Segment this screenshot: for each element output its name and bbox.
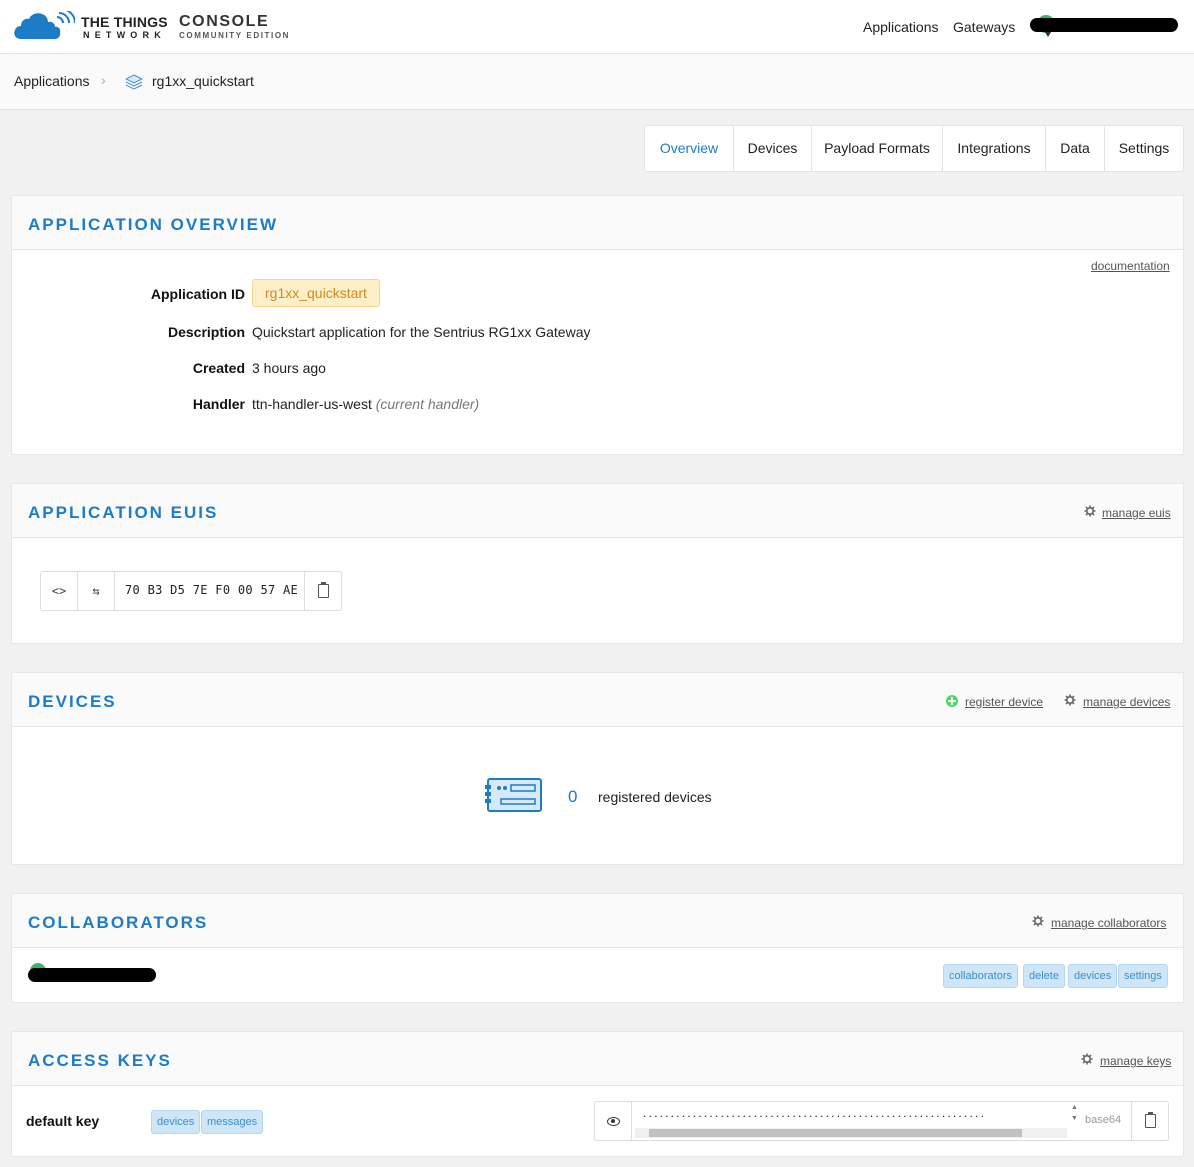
scrollbar-thumb[interactable] — [649, 1129, 1022, 1137]
tab-settings[interactable]: Settings — [1105, 126, 1183, 171]
card-header: COLLABORATORS manage collaborators — [12, 894, 1183, 948]
access-key-field: ........................................… — [594, 1101, 1169, 1141]
breadcrumb-applications[interactable]: Applications — [14, 73, 90, 89]
top-header: THE THINGS NETWORK CONSOLE COMMUNITY EDI… — [0, 0, 1194, 54]
key-name: default key — [26, 1113, 100, 1129]
breadcrumb-current-app[interactable]: rg1xx_quickstart — [152, 73, 254, 89]
nav-applications[interactable]: Applications — [863, 19, 939, 35]
description-value: Quickstart application for the Sentrius … — [252, 324, 591, 340]
collaborators-card: COLLABORATORS manage collaborators colla… — [11, 893, 1184, 1003]
brand-subname: NETWORK — [83, 30, 166, 40]
tab-devices[interactable]: Devices — [734, 126, 812, 171]
copy-eui-button[interactable] — [304, 572, 341, 610]
handler-note: (current handler) — [375, 396, 480, 412]
created-label: Created — [192, 360, 245, 376]
right-chip-delete: delete — [1023, 964, 1065, 988]
created-value: 3 hours ago — [252, 360, 326, 376]
card-header: ACCESS KEYS manage keys — [12, 1032, 1183, 1086]
gear-icon[interactable] — [1064, 694, 1076, 706]
device-count: 0 — [568, 787, 578, 806]
eye-icon — [607, 1117, 620, 1126]
chevron-right-icon: › — [101, 72, 106, 88]
tab-integrations[interactable]: Integrations — [943, 126, 1046, 171]
ttn-cloud-logo-icon[interactable] — [13, 11, 75, 40]
application-overview-card: APPLICATION OVERVIEW documentation Appli… — [11, 195, 1184, 455]
key-right-messages: messages — [201, 1110, 264, 1134]
gear-icon[interactable] — [1032, 915, 1044, 927]
scroll-down-arrow-icon[interactable]: ▼ — [1071, 1115, 1078, 1122]
byte-order-swap-icon[interactable]: ⇆ — [78, 572, 115, 610]
eui-field: <> ⇆ 70 B3 D5 7E F0 00 57 AE — [40, 571, 342, 611]
card-header: APPLICATION OVERVIEW — [12, 196, 1183, 250]
scroll-up-arrow-icon[interactable]: ▲ — [1071, 1104, 1078, 1111]
console-title: CONSOLE — [179, 13, 270, 30]
clipboard-icon — [318, 582, 329, 598]
masked-key-value[interactable]: ........................................… — [643, 1106, 1068, 1120]
application-euis-card: APPLICATION EUIS manage euis <> ⇆ 70 B3 … — [11, 483, 1184, 644]
tab-data[interactable]: Data — [1046, 126, 1105, 171]
description-label: Description — [167, 324, 245, 340]
tab-overview[interactable]: Overview — [645, 126, 734, 171]
application-id-label: Application ID — [150, 286, 245, 302]
manage-devices-link[interactable]: manage devices — [1083, 695, 1170, 709]
right-chip-devices: devices — [1068, 964, 1118, 988]
manage-collaborators-link[interactable]: manage collaborators — [1051, 916, 1166, 930]
section-title: ACCESS KEYS — [28, 1051, 172, 1070]
redacted-collaborator-name — [28, 968, 156, 982]
device-board-icon — [485, 778, 542, 812]
copy-key-button[interactable] — [1131, 1102, 1169, 1140]
application-tabs: Overview Devices Payload Formats Integra… — [644, 125, 1184, 172]
handler-label: Handler — [192, 396, 245, 412]
section-title: APPLICATION OVERVIEW — [28, 215, 279, 234]
devices-card: DEVICES register device manage devices 0… — [11, 672, 1184, 865]
gear-icon[interactable] — [1084, 505, 1096, 517]
handler-name: ttn-handler-us-west — [252, 396, 372, 412]
manage-euis-link[interactable]: manage euis — [1102, 506, 1171, 520]
manage-keys-link[interactable]: manage keys — [1100, 1054, 1171, 1068]
application-stack-icon — [125, 74, 143, 90]
section-title: APPLICATION EUIS — [28, 503, 219, 522]
edition-label: COMMUNITY EDITION — [179, 31, 291, 40]
right-chip-collaborators: collaborators — [943, 964, 1018, 988]
redacted-username[interactable] — [1030, 18, 1178, 32]
breadcrumb: Applications › rg1xx_quickstart — [0, 54, 1194, 110]
key-horizontal-scrollbar[interactable] — [635, 1128, 1067, 1138]
tab-payload-formats[interactable]: Payload Formats — [812, 126, 943, 171]
card-header: DEVICES register device manage devices — [12, 673, 1183, 727]
key-format-label[interactable]: base64 — [1085, 1114, 1121, 1126]
section-title: DEVICES — [28, 692, 117, 711]
section-title: COLLABORATORS — [28, 913, 209, 932]
clipboard-icon — [1145, 1112, 1156, 1128]
card-header: APPLICATION EUIS manage euis — [12, 484, 1183, 538]
key-right-devices: devices — [151, 1110, 201, 1134]
right-chip-settings: settings — [1118, 964, 1168, 988]
brand-name: THE THINGS — [81, 14, 168, 30]
documentation-link[interactable]: documentation — [1091, 259, 1170, 273]
show-key-button[interactable] — [595, 1102, 632, 1140]
gear-icon[interactable] — [1081, 1053, 1093, 1065]
device-count-label: registered devices — [598, 789, 712, 805]
add-circle-icon[interactable] — [946, 695, 958, 707]
handler-value: ttn-handler-us-west (current handler) — [252, 396, 479, 412]
code-toggle-icon[interactable]: <> — [41, 572, 78, 610]
nav-gateways[interactable]: Gateways — [953, 19, 1015, 35]
register-device-link[interactable]: register device — [965, 695, 1043, 709]
eui-value: 70 B3 D5 7E F0 00 57 AE — [125, 583, 299, 597]
application-id-badge: rg1xx_quickstart — [252, 279, 380, 307]
access-keys-card: ACCESS KEYS manage keys default key devi… — [11, 1031, 1184, 1157]
